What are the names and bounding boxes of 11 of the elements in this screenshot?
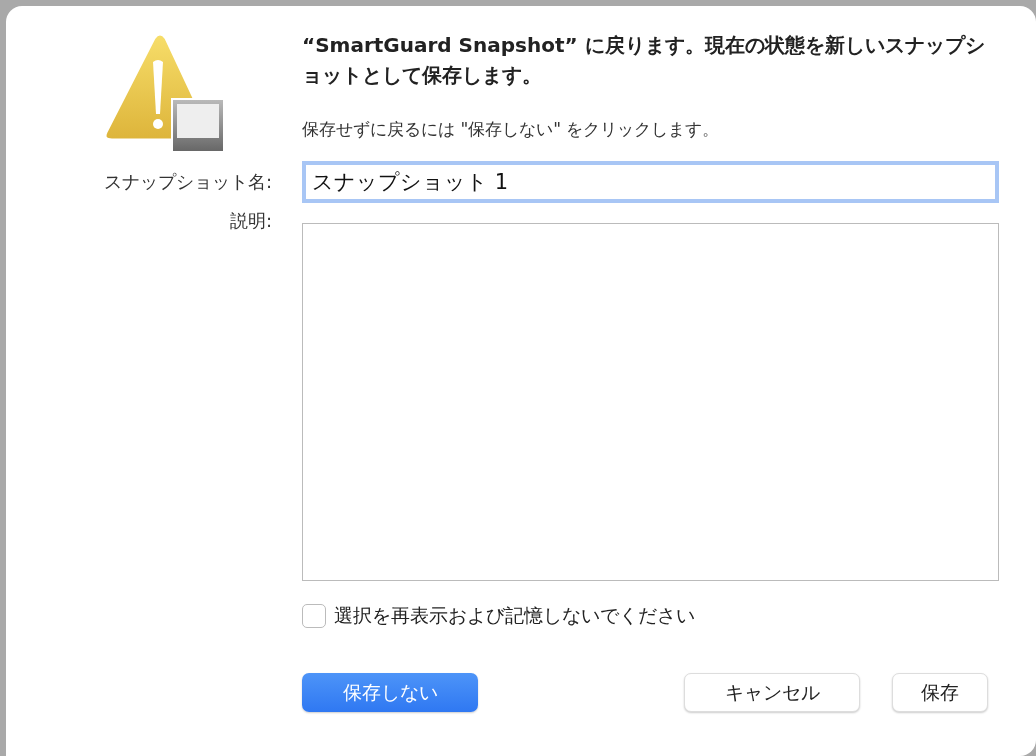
save-button[interactable]: 保存 — [892, 673, 988, 712]
checkbox[interactable] — [302, 604, 326, 628]
text-area[interactable] — [302, 223, 999, 581]
cancel-button[interactable]: キャンセル — [684, 673, 860, 712]
dialog-message: 保存せずに戻るには "保存しない" をクリックします。 — [302, 118, 721, 141]
field-label: スナップショット名: — [102, 170, 273, 194]
field-label: 説明: — [228, 209, 273, 233]
input-field[interactable]: スナップショット 1 — [302, 161, 999, 203]
checkbox-label: 選択を再表示および記憶しないでください — [334, 603, 695, 628]
dialog-title: “SmartGuard Snapshot” に戻ります。現在の状態を新しいスナップショットとして保存します。 — [302, 32, 986, 89]
dont-save-button[interactable]: 保存しない — [302, 673, 478, 712]
